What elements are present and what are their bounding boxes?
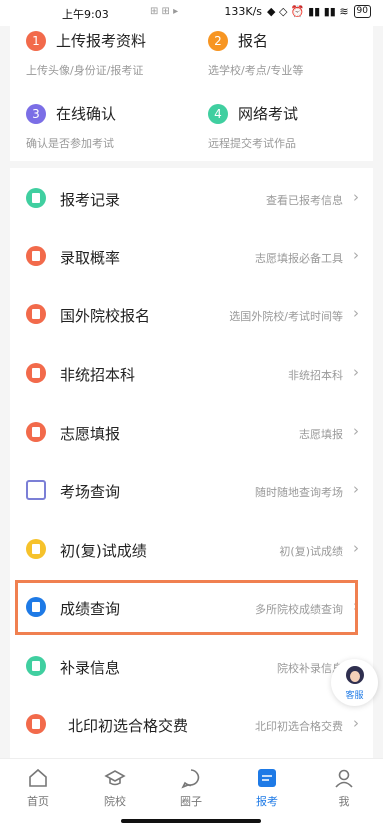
customer-service-button[interactable]: 客服 xyxy=(331,659,378,706)
menu-item-hint: 北印初选合格交费 xyxy=(255,720,343,733)
menu-item-hint: 志愿填报 xyxy=(299,428,343,441)
document-icon xyxy=(26,714,46,734)
menu-item-label: 志愿填报 xyxy=(60,425,121,443)
chevron-right-icon: › xyxy=(353,363,359,381)
menu-item-foreign-schools[interactable]: 国外院校报名 选国外院校/考试时间等 › xyxy=(10,286,373,344)
step-title: 网络考试 xyxy=(238,105,299,123)
chevron-right-icon: › xyxy=(353,597,359,615)
chat-icon xyxy=(181,769,200,789)
tab-label: 院校 xyxy=(104,795,126,808)
tab-label: 我 xyxy=(338,795,350,808)
status-right: 133K/s ◆ ◇ ⏰ ▮▮ ▮▮ ≋ 90 xyxy=(224,5,371,18)
menu-item-hint: 随时随地查询考场 xyxy=(255,486,343,499)
menu-item-label: 非统招本科 xyxy=(60,366,136,384)
menu-item-label: 北印初选合格交费 xyxy=(68,717,189,735)
list-icon xyxy=(26,656,46,676)
tab-apply[interactable]: 报考 xyxy=(242,767,292,813)
service-menu: 报考记录 查看已报考信息 › 录取概率 志愿填报必备工具 › 国外院校报名 选国… xyxy=(10,168,373,758)
home-indicator xyxy=(121,819,261,823)
chevron-right-icon: › xyxy=(353,246,359,264)
apply-steps-panel: 1 上传报考资料 上传头像/身份证/报考证 2 报名 选学校/考点/专业等 3 … xyxy=(10,26,373,161)
status-notification-icons: ⊞ ⊞ ▸ xyxy=(150,6,179,17)
menu-item-label: 初(复)试成绩 xyxy=(60,542,147,560)
school-icon xyxy=(104,770,126,786)
document-icon xyxy=(26,539,46,559)
document-icon xyxy=(26,422,46,442)
tab-label: 报考 xyxy=(256,795,278,808)
menu-item-hint: 非统招本科 xyxy=(288,369,343,382)
tab-schools[interactable]: 院校 xyxy=(90,767,140,813)
menu-item-prelim-scores[interactable]: 初(复)试成绩 初(复)试成绩 › xyxy=(10,521,373,579)
chevron-right-icon: › xyxy=(353,188,359,206)
menu-item-hint: 选国外院校/考试时间等 xyxy=(229,310,343,323)
menu-item-hint: 查看已报考信息 xyxy=(266,194,343,207)
chevron-right-icon: › xyxy=(353,539,359,557)
status-bar: 上午9:03 ⊞ ⊞ ▸ 133K/s ◆ ◇ ⏰ ▮▮ ▮▮ ≋ 90 xyxy=(0,0,383,26)
step-subtitle: 远程提交考试作品 xyxy=(208,137,296,150)
tab-label: 首页 xyxy=(27,795,49,808)
document-icon xyxy=(26,246,46,266)
tab-circle[interactable]: 圈子 xyxy=(166,767,216,813)
chevron-right-icon: › xyxy=(353,714,359,732)
menu-item-label: 国外院校报名 xyxy=(60,307,151,325)
home-icon xyxy=(29,768,47,787)
step-number-badge: 1 xyxy=(26,31,46,51)
signal-icons: ◆ ◇ ⏰ ▮▮ ▮▮ ≋ xyxy=(267,5,349,18)
menu-item-hint: 志愿填报必备工具 xyxy=(255,252,343,265)
step-number-badge: 3 xyxy=(26,104,46,124)
menu-item-non-unified-undergrad[interactable]: 非统招本科 非统招本科 › xyxy=(10,345,373,403)
step-title: 在线确认 xyxy=(56,105,117,123)
customer-service-icon xyxy=(346,666,364,684)
menu-item-label: 录取概率 xyxy=(60,249,121,267)
document-icon xyxy=(26,304,46,324)
step-subtitle: 确认是否参加考试 xyxy=(26,137,114,150)
menu-item-score-query[interactable]: 成绩查询 多所院校成绩查询 › xyxy=(10,579,373,637)
menu-item-hint: 多所院校成绩查询 xyxy=(255,603,343,616)
status-time: 上午9:03 xyxy=(62,8,109,21)
menu-item-hint: 初(复)试成绩 xyxy=(279,545,343,558)
apply-icon xyxy=(258,769,276,787)
tab-label: 圈子 xyxy=(180,795,202,808)
step-title: 报名 xyxy=(238,32,269,50)
step-title: 上传报考资料 xyxy=(56,32,147,50)
menu-item-label: 补录信息 xyxy=(60,659,121,677)
search-document-icon xyxy=(26,480,46,500)
chevron-right-icon: › xyxy=(353,480,359,498)
menu-item-admission-probability[interactable]: 录取概率 志愿填报必备工具 › xyxy=(10,228,373,286)
tab-home[interactable]: 首页 xyxy=(13,767,63,813)
document-icon xyxy=(26,597,46,617)
step-subtitle: 上传头像/身份证/报考证 xyxy=(26,64,144,77)
step-number-badge: 2 xyxy=(208,31,228,51)
tab-me[interactable]: 我 xyxy=(319,767,369,813)
menu-item-apply-records[interactable]: 报考记录 查看已报考信息 › xyxy=(10,170,373,228)
menu-item-volunteer-fill[interactable]: 志愿填报 志愿填报 › xyxy=(10,404,373,462)
step-subtitle: 选学校/考点/专业等 xyxy=(208,64,304,77)
menu-item-label: 报考记录 xyxy=(60,191,121,209)
menu-item-label: 考场查询 xyxy=(60,483,121,501)
menu-item-label: 成绩查询 xyxy=(60,600,121,618)
battery-icon: 90 xyxy=(353,5,371,18)
profile-icon xyxy=(335,769,353,788)
net-speed: 133K/s xyxy=(224,5,263,18)
list-icon xyxy=(26,188,46,208)
chevron-right-icon: › xyxy=(353,422,359,440)
document-icon xyxy=(26,363,46,383)
menu-item-beiyin-fee[interactable]: 北印初选合格交费 北印初选合格交费 › xyxy=(10,696,373,754)
step-number-badge: 4 xyxy=(208,104,228,124)
customer-service-label: 客服 xyxy=(345,691,364,701)
menu-item-exam-room-query[interactable]: 考场查询 随时随地查询考场 › xyxy=(10,462,373,520)
chevron-right-icon: › xyxy=(353,304,359,322)
menu-item-supplementary-admission[interactable]: 补录信息 院校补录信息 › xyxy=(10,638,373,696)
